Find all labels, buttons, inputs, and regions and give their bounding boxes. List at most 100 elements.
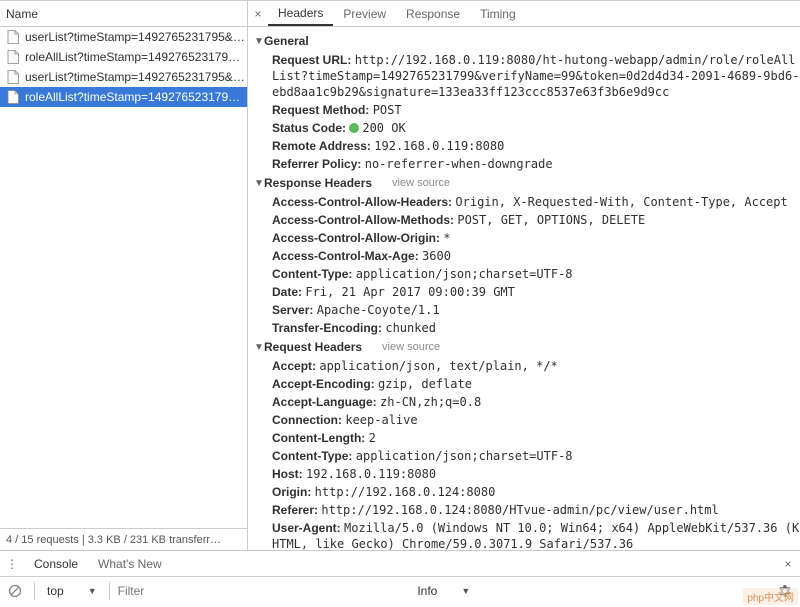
section-toggle[interactable]: ▼General bbox=[254, 31, 800, 51]
header-row: User-Agent: Mozilla/5.0 (Windows NT 10.0… bbox=[254, 519, 800, 550]
header-key: Connection: bbox=[272, 413, 342, 427]
header-key: Request URL: bbox=[272, 53, 351, 67]
header-row: Content-Type: application/json;charset=U… bbox=[254, 265, 800, 283]
header-row: Access-Control-Allow-Origin: * bbox=[254, 229, 800, 247]
console-filter-input[interactable] bbox=[118, 581, 410, 601]
header-key: Content-Type: bbox=[272, 267, 352, 281]
header-row: Transfer-Encoding: chunked bbox=[254, 319, 800, 337]
section-title: Response Headers bbox=[264, 176, 372, 190]
header-row: Accept: application/json, text/plain, */… bbox=[254, 357, 800, 375]
view-source-link[interactable]: view source bbox=[392, 177, 450, 189]
requests-summary: 4 / 15 requests | 3.3 KB / 231 KB transf… bbox=[0, 528, 247, 550]
header-key: Access-Control-Allow-Origin: bbox=[272, 231, 440, 245]
tab-response[interactable]: Response bbox=[396, 1, 470, 26]
header-value: 2 bbox=[369, 431, 376, 445]
header-value: no-referrer-when-downgrade bbox=[365, 157, 553, 171]
status-dot-icon bbox=[349, 123, 359, 133]
header-key: Content-Type: bbox=[272, 449, 352, 463]
drawer-menu-icon[interactable]: ⋮ bbox=[0, 557, 24, 571]
header-row: Remote Address: 192.168.0.119:8080 bbox=[254, 137, 800, 155]
request-name: roleAllList?timeStamp=149276523179… bbox=[25, 50, 240, 64]
context-selector[interactable]: top▼ bbox=[43, 581, 101, 601]
header-row: Content-Type: application/json;charset=U… bbox=[254, 447, 800, 465]
header-row: Connection: keep-alive bbox=[254, 411, 800, 429]
header-key: Access-Control-Max-Age: bbox=[272, 249, 419, 263]
header-key: Accept-Language: bbox=[272, 395, 377, 409]
header-value: 192.168.0.119:8080 bbox=[374, 139, 504, 153]
column-header-name[interactable]: Name bbox=[0, 1, 247, 27]
header-key: Request Method: bbox=[272, 103, 369, 117]
drawer-close-icon[interactable]: × bbox=[776, 557, 800, 571]
header-key: Date: bbox=[272, 285, 302, 299]
drawer-tab-console[interactable]: Console bbox=[24, 551, 88, 576]
header-key: Referer: bbox=[272, 503, 318, 517]
header-key: Status Code: bbox=[272, 121, 346, 135]
file-icon bbox=[6, 30, 20, 44]
header-value: chunked bbox=[385, 321, 436, 335]
header-row: Accept-Language: zh-CN,zh;q=0.8 bbox=[254, 393, 800, 411]
header-row: Access-Control-Allow-Headers: Origin, X-… bbox=[254, 193, 800, 211]
header-value: POST bbox=[373, 103, 402, 117]
header-value: * bbox=[443, 231, 450, 245]
header-row: Request Method: POST bbox=[254, 101, 800, 119]
header-value: application/json;charset=UTF-8 bbox=[356, 267, 573, 281]
header-row: Host: 192.168.0.119:8080 bbox=[254, 465, 800, 483]
request-name: userList?timeStamp=1492765231795&… bbox=[25, 30, 245, 44]
close-icon[interactable]: × bbox=[248, 1, 268, 26]
tab-headers[interactable]: Headers bbox=[268, 1, 333, 26]
header-value: application/json, text/plain, */* bbox=[319, 359, 557, 373]
request-name: roleAllList?timeStamp=149276523179… bbox=[25, 90, 240, 104]
section-title: General bbox=[264, 34, 309, 48]
header-key: User-Agent: bbox=[272, 521, 341, 535]
requests-sidebar: Name userList?timeStamp=1492765231795&… r… bbox=[0, 1, 248, 550]
header-row: Origin: http://192.168.0.124:8080 bbox=[254, 483, 800, 501]
header-value: Origin, X-Requested-With, Content-Type, … bbox=[455, 195, 787, 209]
section-toggle[interactable]: ▼Response Headers view source bbox=[254, 173, 800, 193]
request-name: userList?timeStamp=1492765231795&… bbox=[25, 70, 245, 84]
header-value: http://192.168.0.124:8080 bbox=[315, 485, 496, 499]
request-row[interactable]: userList?timeStamp=1492765231795&… bbox=[0, 27, 247, 47]
header-row: Status Code: 200 OK bbox=[254, 119, 800, 137]
header-value: 200 OK bbox=[349, 121, 405, 135]
header-row: Referrer Policy: no-referrer-when-downgr… bbox=[254, 155, 800, 173]
header-key: Remote Address: bbox=[272, 139, 371, 153]
details-panel: × HeadersPreviewResponseTiming ▼GeneralR… bbox=[248, 1, 800, 550]
header-value: 192.168.0.119:8080 bbox=[306, 467, 436, 481]
file-icon bbox=[6, 90, 20, 104]
header-value: keep-alive bbox=[345, 413, 417, 427]
header-value: Apache-Coyote/1.1 bbox=[317, 303, 440, 317]
header-value: gzip, deflate bbox=[378, 377, 472, 391]
request-row[interactable]: userList?timeStamp=1492765231795&… bbox=[0, 67, 247, 87]
header-value: Fri, 21 Apr 2017 09:00:39 GMT bbox=[305, 285, 515, 299]
section-toggle[interactable]: ▼Request Headersview source bbox=[254, 337, 800, 357]
chevron-down-icon: ▼ bbox=[254, 342, 264, 353]
log-level-selector[interactable]: Info▼ bbox=[413, 581, 474, 601]
clear-console-icon[interactable] bbox=[4, 580, 26, 602]
header-key: Referrer Policy: bbox=[272, 157, 361, 171]
view-source-link[interactable]: view source bbox=[382, 341, 440, 353]
header-row: Access-Control-Max-Age: 3600 bbox=[254, 247, 800, 265]
header-key: Content-Length: bbox=[272, 431, 365, 445]
tab-timing[interactable]: Timing bbox=[470, 1, 526, 26]
request-row[interactable]: roleAllList?timeStamp=149276523179… bbox=[0, 87, 247, 107]
header-row: Server: Apache-Coyote/1.1 bbox=[254, 301, 800, 319]
header-key: Access-Control-Allow-Methods: bbox=[272, 213, 454, 227]
file-icon bbox=[6, 70, 20, 84]
console-toolbar: top▼ Info▼ bbox=[0, 576, 800, 604]
chevron-down-icon: ▼ bbox=[254, 178, 264, 189]
header-row: Request URL: http://192.168.0.119:8080/h… bbox=[254, 51, 800, 101]
request-row[interactable]: roleAllList?timeStamp=149276523179… bbox=[0, 47, 247, 67]
header-value: Mozilla/5.0 (Windows NT 10.0; Win64; x64… bbox=[272, 521, 799, 550]
header-key: Origin: bbox=[272, 485, 311, 499]
watermark: php中文网 bbox=[743, 588, 798, 605]
header-key: Accept-Encoding: bbox=[272, 377, 375, 391]
header-value: application/json;charset=UTF-8 bbox=[356, 449, 573, 463]
header-row: Content-Length: 2 bbox=[254, 429, 800, 447]
tab-preview[interactable]: Preview bbox=[333, 1, 396, 26]
headers-content: ▼GeneralRequest URL: http://192.168.0.11… bbox=[248, 27, 800, 550]
file-icon bbox=[6, 50, 20, 64]
drawer-tabs: ⋮ ConsoleWhat's New × bbox=[0, 550, 800, 576]
drawer-tab-what-s-new[interactable]: What's New bbox=[88, 551, 172, 576]
header-value: POST, GET, OPTIONS, DELETE bbox=[457, 213, 645, 227]
request-list: userList?timeStamp=1492765231795&… roleAl… bbox=[0, 27, 247, 528]
